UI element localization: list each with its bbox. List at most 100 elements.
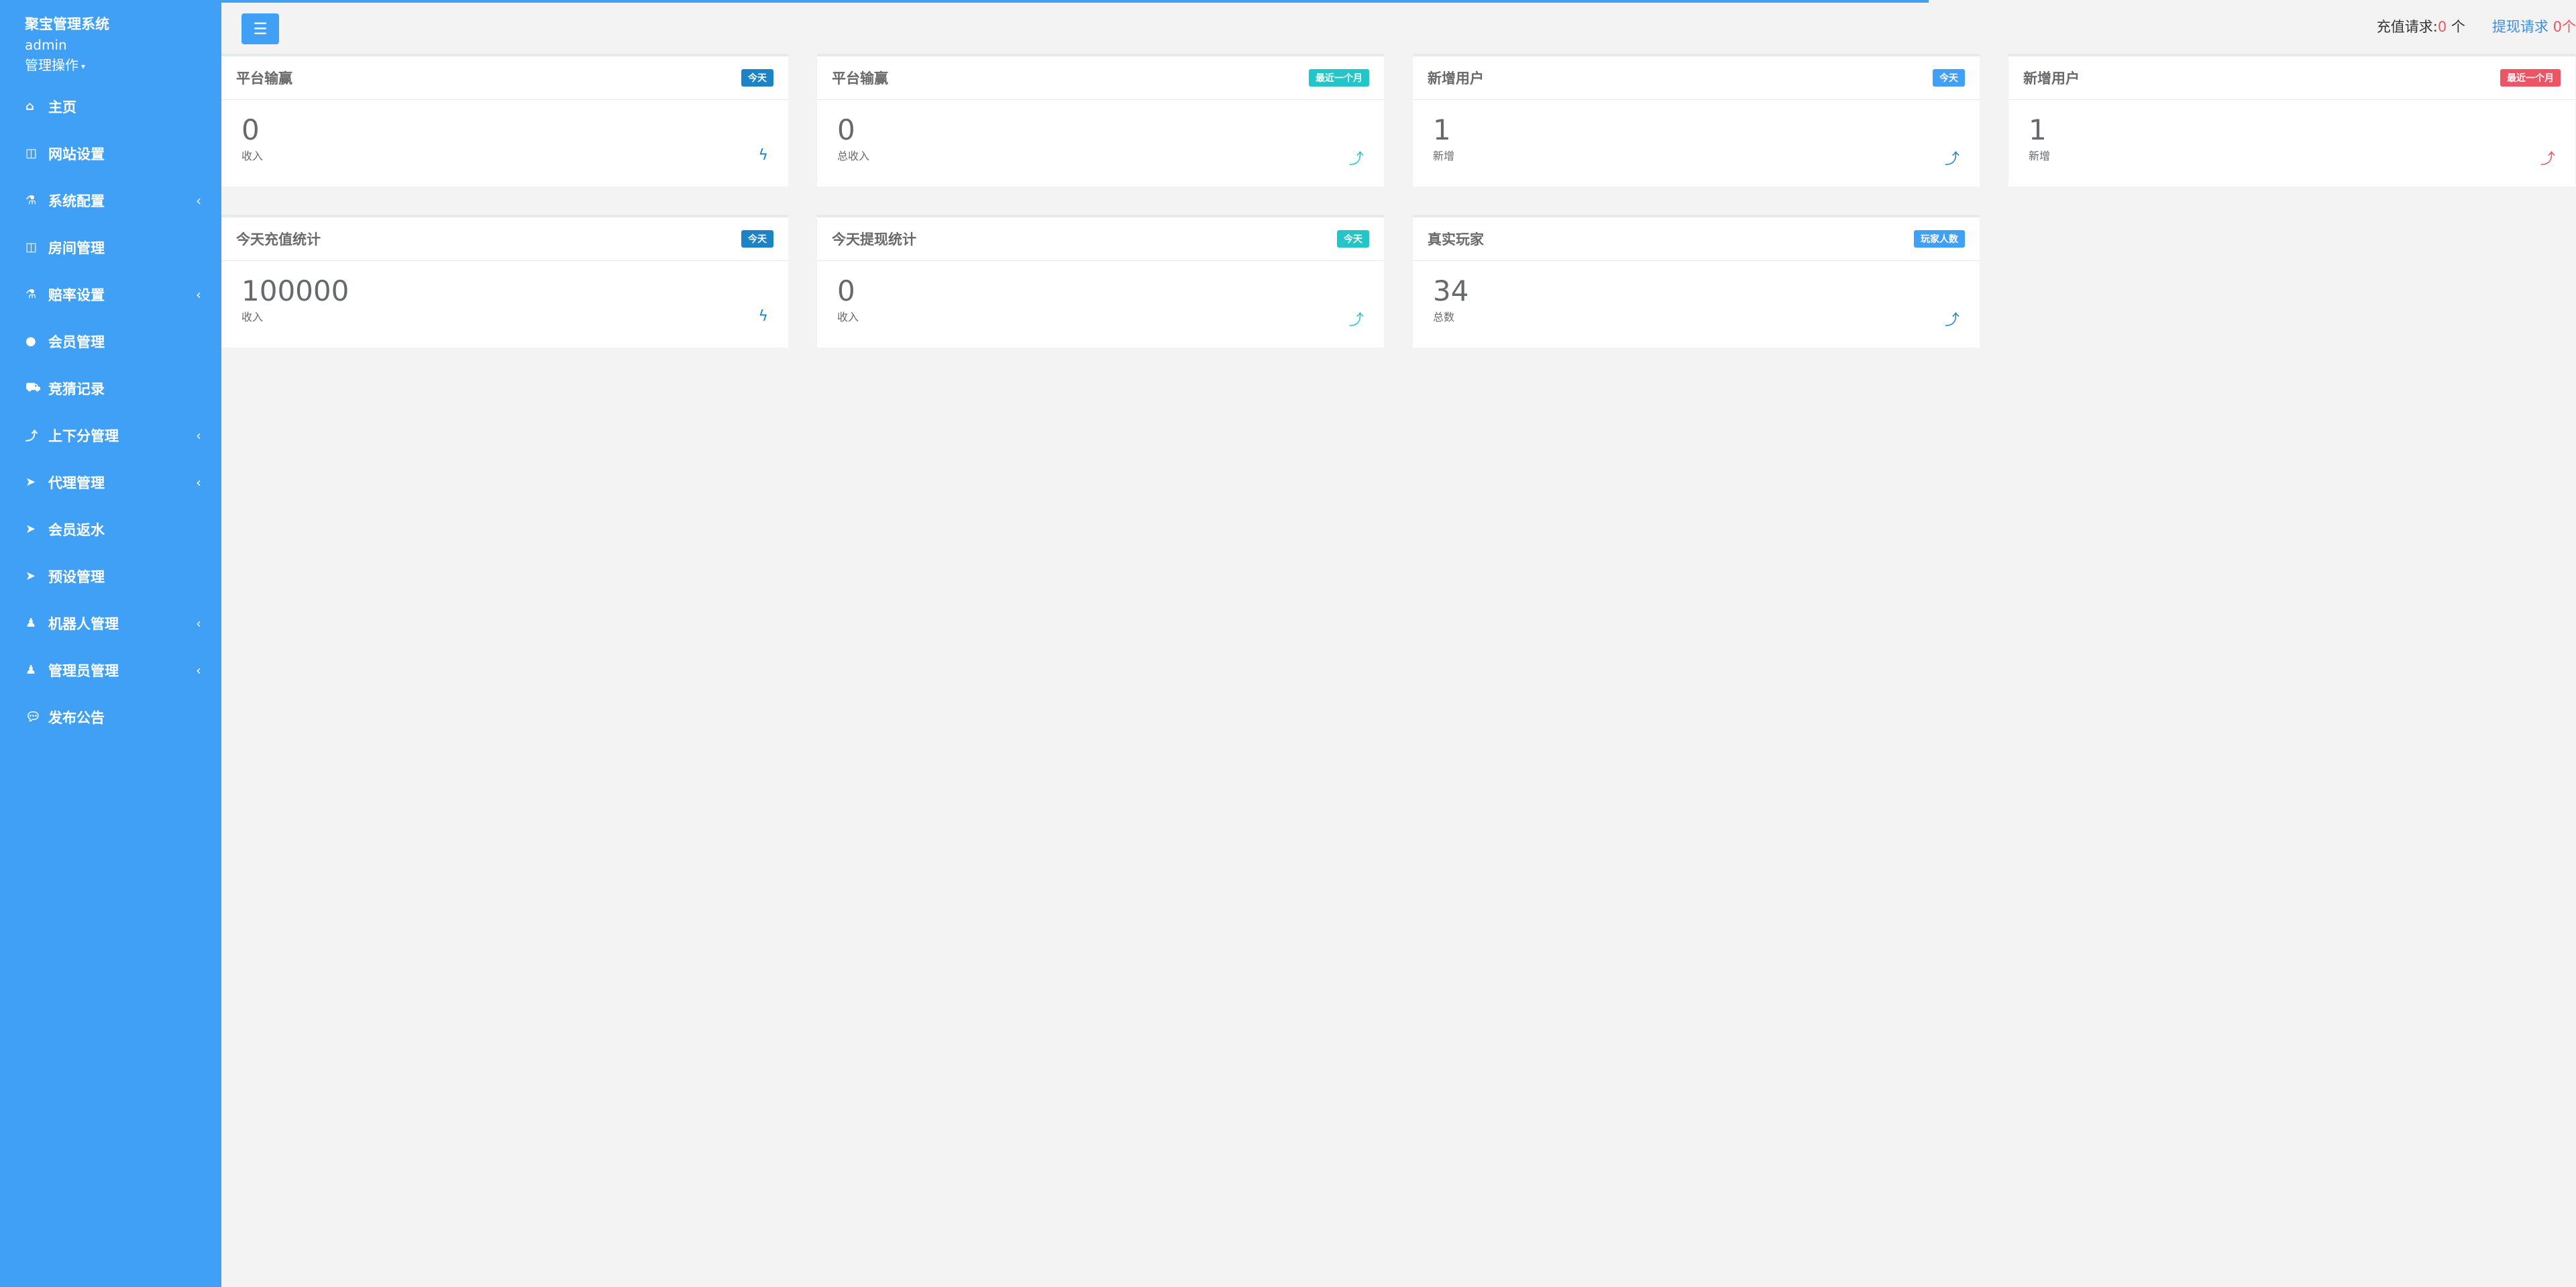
card-value: 100000 [241,274,350,307]
sidebar-item-preset-management[interactable]: ➤ 预设管理 [0,553,221,600]
level-up-icon: ⤴ [25,429,38,444]
card-subtitle: 总收入 [837,150,870,162]
card-subtitle: 新增 [2029,150,2051,162]
person-icon: ♟ [25,663,37,677]
stat-card-new-users-month: 新增用户 最近一个月 1 新增 ⤴ [2008,54,2575,187]
stat-card-platform-today: 平台输赢 今天 0 收入 ϟ [221,54,788,187]
card-body: 100000 收入 ϟ [221,261,788,338]
user-icon: ● [25,334,36,348]
stat-card-withdraw-today: 今天提现统计 今天 0 收入 ⤴ [817,215,1384,348]
card-header: 今天提现统计 今天 [817,217,1384,261]
chevron-left-icon: ‹ [196,427,201,444]
stat-card-real-players: 真实玩家 玩家人数 34 总数 ⤴ [1413,215,1980,348]
sidebar-item-agent-management[interactable]: ➤ 代理管理 ‹ [0,459,221,506]
card-body: 1 新增 ⤴ [1413,100,1980,176]
chevron-left-icon: ‹ [196,192,201,209]
card-badge: 今天 [1933,69,1965,87]
sidebar-item-label: 主页 [48,99,76,115]
flask-icon: ⚗ [25,193,37,207]
person-icon: ♟ [25,616,37,630]
card-title: 平台输赢 [832,70,888,87]
sidebar-item-credit-management[interactable]: ⤴ 上下分管理 ‹ [0,412,221,459]
caret-down-icon: ▾ [81,61,86,71]
card-badge: 今天 [741,69,773,87]
card-title: 今天充值统计 [236,231,321,248]
sidebar-item-label: 会员返水 [48,521,105,538]
chevron-left-icon: ‹ [196,662,201,678]
sidebar-item-label: 管理员管理 [48,662,119,679]
sidebar-item-label: 系统配置 [48,193,105,209]
card-body: 0 收入 ⤴ [817,261,1384,338]
sidebar-item-member-management[interactable]: ● 会员管理 [0,318,221,365]
card-header: 平台输赢 今天 [221,56,788,100]
sidebar-item-label: 会员管理 [48,333,105,350]
card-title: 平台输赢 [236,70,292,87]
level-up-icon: ⤴ [1348,312,1364,329]
sidebar-item-label: 网站设置 [48,146,105,162]
sidebar-item-admin-management[interactable]: ♟ 管理员管理 ‹ [0,647,221,694]
card-body: 34 总数 ⤴ [1413,261,1980,338]
card-subtitle: 新增 [1433,150,1455,162]
card-subtitle: 收入 [241,150,264,162]
sidebar-item-member-rebate[interactable]: ➤ 会员返水 [0,506,221,553]
system-title: 聚宝管理系统 [25,16,109,32]
sidebar-item-label: 上下分管理 [48,427,119,444]
card-title: 真实玩家 [1428,231,1484,248]
chevron-left-icon: ‹ [196,286,201,303]
sidebar-item-label: 房间管理 [48,240,105,256]
sidebar-item-odds-settings[interactable]: ⚗ 赔率设置 ‹ [0,271,221,318]
hamburger-icon: ☰ [253,19,268,38]
sidebar-item-system-config[interactable]: ⚗ 系统配置 ‹ [0,177,221,224]
chevron-left-icon: ‹ [196,615,201,631]
level-up-icon: ⤴ [1944,312,1960,329]
comment-icon: 💬︎ [25,710,41,724]
sidebar-item-label: 代理管理 [48,474,105,491]
card-subtitle: 收入 [837,311,859,323]
recharge-request-count: 0 [2437,19,2447,35]
sidebar-item-site-settings[interactable]: ◫ 网站设置 [0,130,221,177]
admin-ops-dropdown[interactable]: 管理操作 ▾ [25,55,221,76]
card-header: 今天充值统计 今天 [221,217,788,261]
card-value: 0 [837,113,855,146]
sidebar-item-robot-management[interactable]: ♟ 机器人管理 ‹ [0,600,221,647]
car-icon: ⛟ [25,380,41,395]
paper-plane-icon: ➤ [25,475,36,489]
card-subtitle: 总数 [1433,311,1455,323]
home-icon: ⌂ [25,99,34,113]
withdraw-request-count: 0 [2553,19,2562,35]
request-counters: 充值请求:0 个 提现请求 0个 [2377,16,2576,36]
sidebar-item-room-management[interactable]: ◫ 房间管理 [0,224,221,271]
card-body: 0 收入 ϟ [221,100,788,176]
paper-plane-icon: ➤ [25,569,36,583]
admin-ops-label: 管理操作 [25,57,78,73]
bolt-icon: ϟ [758,147,768,164]
card-badge: 最近一个月 [2500,69,2561,87]
card-header: 新增用户 今天 [1413,56,1980,100]
withdraw-request-label: 提现请求 [2491,19,2553,35]
chevron-left-icon: ‹ [196,474,201,491]
top-bar: ☰ 充值请求:0 个 提现请求 0个 [221,0,2576,54]
sidebar-item-home[interactable]: ⌂ 主页 [0,83,221,130]
columns-icon: ◫ [25,146,38,160]
card-body: 0 总收入 ⤴ [817,100,1384,176]
level-up-icon: ⤴ [2540,151,2555,168]
card-badge: 最近一个月 [1309,69,1369,87]
level-up-icon: ⤴ [1348,151,1364,168]
sidebar-item-announcement[interactable]: 💬︎ 发布公告 [0,694,221,741]
columns-icon: ◫ [25,240,38,254]
card-body: 1 新增 ⤴ [2008,100,2575,176]
card-title: 新增用户 [2023,70,2080,87]
card-badge: 今天 [741,230,773,248]
card-header: 真实玩家 玩家人数 [1413,217,1980,261]
card-badge: 今天 [1337,230,1369,248]
stat-card-platform-month: 平台输赢 最近一个月 0 总收入 ⤴ [817,54,1384,187]
recharge-request-label: 充值请求: [2376,19,2438,35]
sidebar: 聚宝管理系统 admin 管理操作 ▾ ⌂ 主页 ◫ 网站设置 ⚗ 系统配置 ‹ ◫ 房间管… [0,0,221,1287]
menu-toggle-button[interactable]: ☰ [241,13,279,44]
sidebar-item-bet-records[interactable]: ⛟ 竞猜记录 [0,365,221,412]
sidebar-item-label: 发布公告 [48,709,105,726]
withdraw-request-unit: 个 [2562,19,2576,35]
recharge-request-link[interactable]: 充值请求:0 个 [2377,16,2465,36]
withdraw-request-link[interactable]: 提现请求 0个 [2492,16,2576,36]
paper-plane-icon: ➤ [25,522,36,536]
